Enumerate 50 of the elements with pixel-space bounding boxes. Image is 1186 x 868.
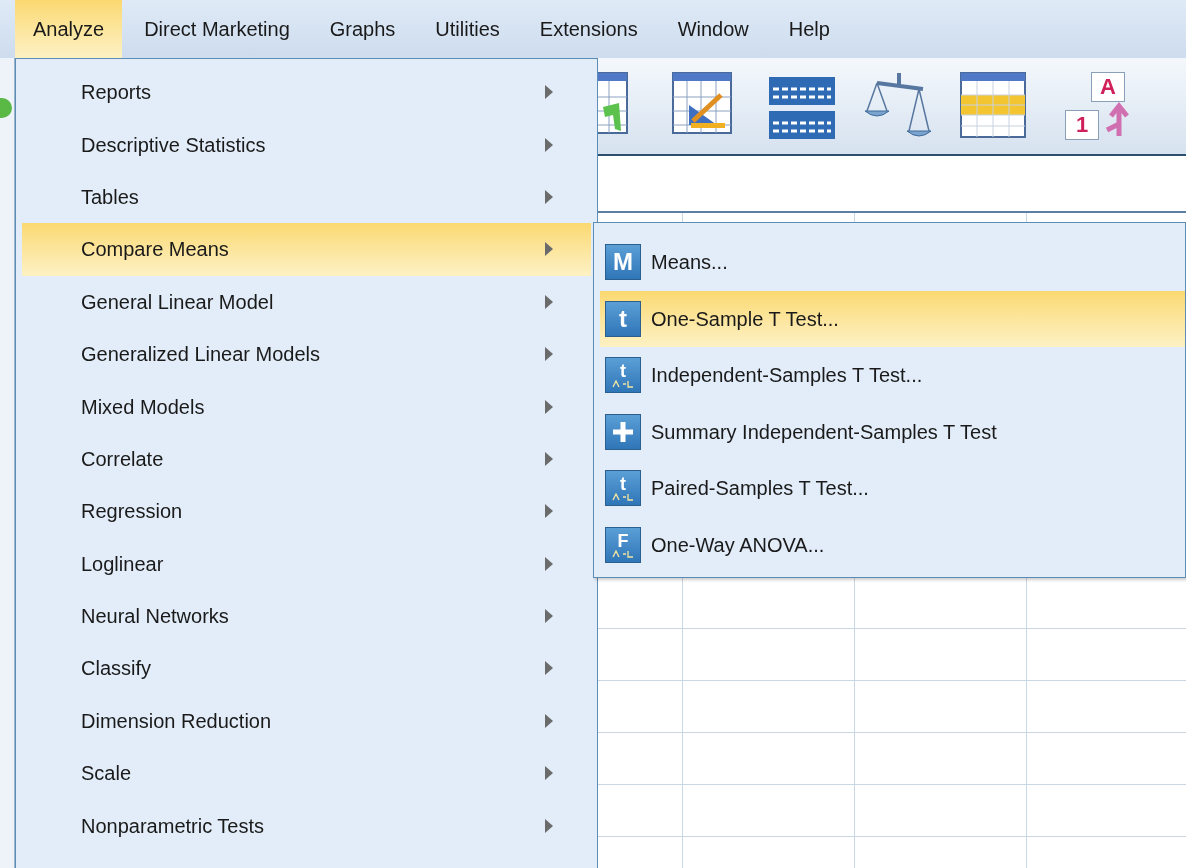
submenu-item[interactable]: F One-Way ANOVA... bbox=[600, 516, 1185, 573]
submenu-arrow-icon bbox=[544, 608, 554, 625]
menu-bar-item[interactable]: Help bbox=[770, 0, 848, 58]
submenu-arrow-icon bbox=[544, 817, 554, 834]
menu-bar-item[interactable]: Utilities bbox=[417, 0, 518, 58]
submenu-arrow-icon bbox=[544, 241, 554, 258]
menu-item[interactable]: General Linear Model bbox=[22, 275, 591, 328]
menu-bar-item[interactable]: Graphs bbox=[311, 0, 414, 58]
submenu-arrow-icon bbox=[544, 188, 554, 205]
submenu-arrow-icon bbox=[544, 503, 554, 520]
submenu-arrow-icon bbox=[544, 660, 554, 677]
menu-item[interactable]: Compare Means bbox=[22, 223, 591, 276]
menu-item[interactable]: Generalized Linear Models bbox=[22, 327, 591, 381]
menu-item[interactable]: Scale bbox=[22, 747, 591, 800]
menu-item[interactable]: Nonparametric Tests bbox=[22, 799, 591, 852]
submenu-arrow-icon bbox=[544, 450, 554, 467]
submenu-arrow-icon bbox=[544, 555, 554, 572]
submenu-arrow-icon bbox=[544, 346, 554, 363]
plus-icon bbox=[605, 413, 641, 450]
menu-bar-item[interactable]: Window bbox=[659, 0, 767, 58]
submenu-item[interactable]: t One-Sample T Test... bbox=[600, 290, 1185, 347]
menu-bar-item[interactable]: Direct Marketing bbox=[126, 0, 308, 58]
menu-item[interactable]: Reports bbox=[22, 66, 591, 119]
menu-item[interactable]: Correlate bbox=[22, 432, 591, 486]
menu-item[interactable]: Classify bbox=[22, 642, 591, 695]
letter-icon: t bbox=[605, 357, 641, 394]
letter-icon: t bbox=[605, 470, 641, 507]
menu-item[interactable]: Loglinear bbox=[22, 537, 591, 590]
menu-item[interactable]: Tables bbox=[22, 170, 591, 224]
letter-icon: M bbox=[605, 244, 641, 281]
submenu-arrow-icon bbox=[544, 712, 554, 729]
submenu-item[interactable]: t Independent-Samples T Test... bbox=[600, 347, 1185, 404]
submenu-arrow-icon bbox=[544, 293, 554, 310]
submenu-arrow-icon bbox=[544, 398, 554, 415]
menu-item[interactable]: Mixed Models bbox=[22, 380, 591, 433]
letter-icon: F bbox=[605, 526, 641, 563]
submenu-arrow-icon bbox=[544, 765, 554, 782]
submenu-item[interactable]: Summary Independent-Samples T Test bbox=[600, 403, 1185, 460]
menu-bar-item[interactable]: Extensions bbox=[521, 0, 656, 58]
submenu-item[interactable]: M Means... bbox=[600, 234, 1185, 291]
submenu-item[interactable]: t Paired-Samples T Test... bbox=[600, 460, 1185, 517]
submenu-arrow-icon bbox=[544, 84, 554, 101]
menu-item[interactable]: Regression bbox=[22, 485, 591, 538]
submenu-arrow-icon bbox=[544, 136, 554, 153]
menu-item[interactable]: Descriptive Statistics bbox=[22, 118, 591, 171]
menu-item[interactable]: Dimension Reduction bbox=[22, 694, 591, 748]
table-highlight-icon[interactable] bbox=[959, 71, 1029, 141]
menu-item[interactable]: Neural Networks bbox=[22, 589, 591, 643]
letter-icon: t bbox=[605, 300, 641, 337]
menu-bar-item[interactable]: Analyze bbox=[15, 0, 123, 58]
